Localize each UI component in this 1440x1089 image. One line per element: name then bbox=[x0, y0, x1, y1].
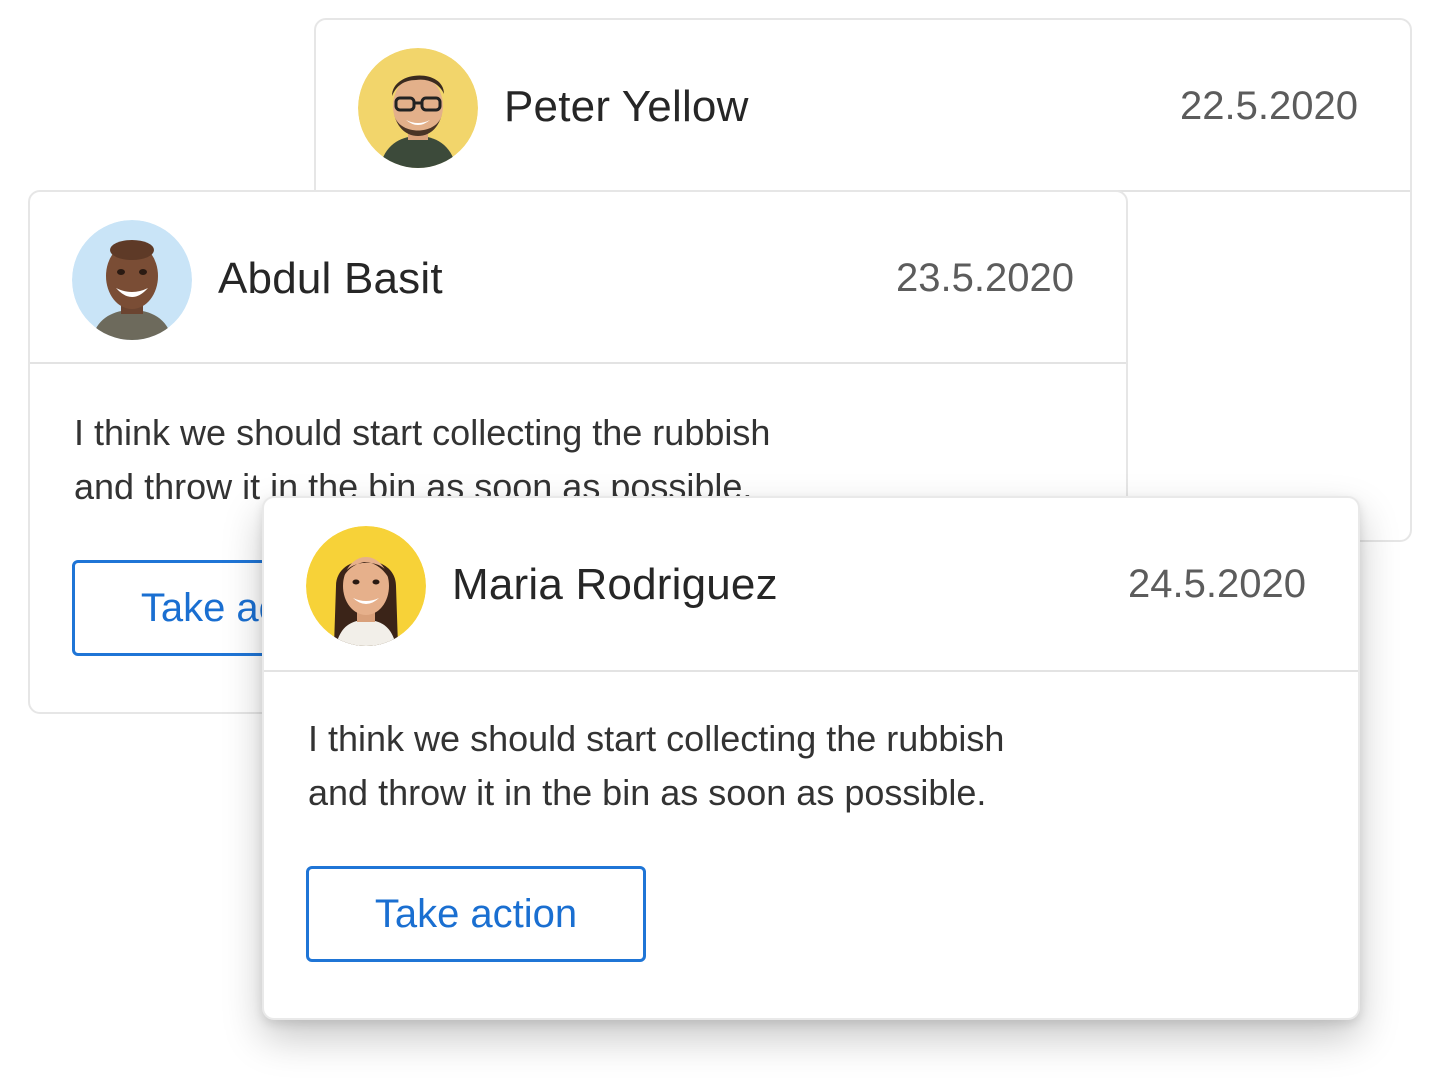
avatar bbox=[72, 220, 192, 340]
author-name: Abdul Basit bbox=[218, 254, 443, 303]
author-name: Peter Yellow bbox=[504, 82, 749, 131]
avatar bbox=[306, 526, 426, 646]
comment-text-line: I think we should start collecting the r… bbox=[74, 412, 771, 453]
comment-date: 24.5.2020 bbox=[1128, 562, 1306, 606]
comment-cards-stage: Peter Yellow 22.5.2020 Abdul Basit 23.5.… bbox=[0, 0, 1440, 1089]
card-header: Peter Yellow 22.5.2020 bbox=[316, 20, 1410, 192]
avatar bbox=[358, 48, 478, 168]
comment-text-line: I think we should start collecting the r… bbox=[308, 718, 1005, 759]
comment-date: 23.5.2020 bbox=[896, 256, 1074, 300]
comment-text: I think we should start collecting the r… bbox=[308, 712, 1128, 820]
comment-date: 22.5.2020 bbox=[1180, 84, 1358, 128]
card-header: Maria Rodriguez 24.5.2020 bbox=[264, 498, 1358, 672]
author-name: Maria Rodriguez bbox=[452, 560, 778, 609]
take-action-button[interactable]: Take action bbox=[306, 866, 646, 962]
card-header: Abdul Basit 23.5.2020 bbox=[30, 192, 1126, 364]
comment-text-line: and throw it in the bin as soon as possi… bbox=[308, 772, 987, 813]
comment-card-maria: Maria Rodriguez 24.5.2020 I think we sho… bbox=[262, 496, 1360, 1020]
